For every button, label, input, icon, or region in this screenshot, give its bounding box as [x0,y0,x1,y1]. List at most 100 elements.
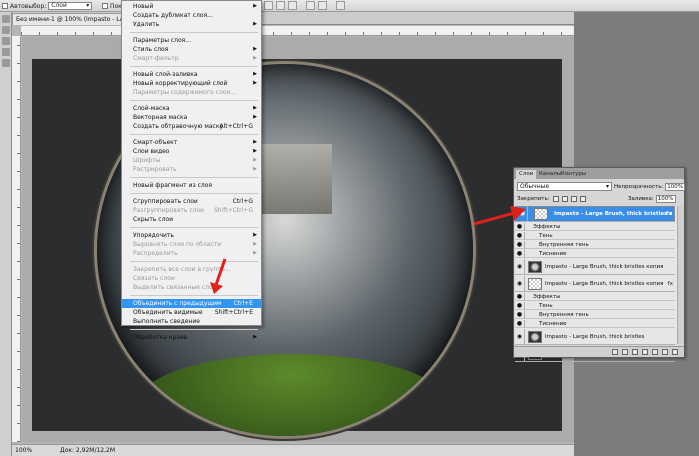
menu-item-shortcut: Shift+Ctrl+G [213,207,253,214]
menu-item[interactable]: Новый фрагмент из слоя [122,181,261,190]
align-top-icon[interactable] [264,1,273,10]
marquee-tool-icon[interactable] [2,26,10,34]
menu-item[interactable]: Векторная маска ▶ [122,113,261,122]
menu-item[interactable]: Слой-маска ▶ [122,104,261,113]
menu-item-label: Выровнять слои по области [133,241,222,248]
menu-item[interactable]: Слои видео ▶ [122,147,261,156]
menu-item: Распределить ▶ [122,249,261,258]
crop-tool-icon[interactable] [2,48,10,56]
tab-paths[interactable]: Контуры [558,170,589,179]
canvas[interactable] [32,59,562,436]
visibility-eye-icon[interactable]: ● [515,249,525,258]
submenu-arrow-icon: ▶ [253,232,257,238]
distribute-top-icon[interactable] [306,1,315,10]
visibility-eye-icon[interactable]: ● [515,301,525,310]
add-mask-icon[interactable] [632,349,638,355]
show-transform-checkbox[interactable] [102,3,108,9]
autoselect-dropdown[interactable]: Слой ▾ [48,2,93,10]
layer-effect-row[interactable]: ● Тиснение [515,249,675,258]
visibility-eye-icon[interactable]: ◉ [515,258,525,275]
delete-layer-icon[interactable] [672,349,678,355]
visibility-eye-icon[interactable]: ● [515,231,525,240]
submenu-arrow-icon: ▶ [253,21,257,27]
fx-icon[interactable]: fx [666,211,672,217]
tab-layers[interactable]: Слои [516,170,537,179]
lasso-tool-icon[interactable] [2,37,10,45]
new-layer-icon[interactable] [662,349,668,355]
layer-row[interactable]: ◉ Impasto - Large Brush, thick bristles к… [515,206,675,222]
lock-all-icon[interactable] [579,195,586,202]
visibility-eye-icon[interactable]: ● [515,292,525,301]
menu-item[interactable]: Смарт-объект ▶ [122,138,261,147]
menu-item[interactable]: Новый корректирующий слой ▶ [122,79,261,88]
menu-item[interactable]: Удалить ▶ [122,20,261,29]
brush-tool-icon[interactable] [2,59,10,67]
lock-pixels-icon[interactable] [561,195,568,202]
horizontal-ruler[interactable] [21,26,574,36]
lock-position-icon[interactable] [570,195,577,202]
menu-item[interactable]: Скрыть слои [122,215,261,224]
align-middle-icon[interactable] [276,1,285,10]
fill-input[interactable]: 100% [655,194,676,203]
move-tool-icon[interactable] [2,15,10,23]
blend-mode-select[interactable]: Обычные ▾ [517,182,612,191]
layer-name: Impasto - Large Brush, thick bristles [545,333,645,340]
layer-effect-row[interactable]: ● Тень [515,231,675,240]
menu-item[interactable]: Новый ▶ [122,2,261,11]
autoselect-control[interactable]: Автовыбор: Слой ▾ [2,2,93,10]
new-group-icon[interactable] [652,349,658,355]
menu-item[interactable]: Стиль слоя ▶ [122,45,261,54]
visibility-eye-icon[interactable]: ● [515,240,525,249]
menu-item[interactable]: Сгруппировать слои Ctrl+G [122,197,261,206]
autoselect-checkbox[interactable] [2,3,8,9]
menu-separator [130,295,258,296]
menu-item[interactable]: Выполнить сведение [122,317,261,326]
layer-row[interactable]: ◉ Impasto - Large Brush, thick bristles к… [515,275,675,292]
effect-name: Тиснение [539,250,567,257]
menu-item[interactable]: Объединить с предыдущим Ctrl+E [122,299,261,308]
effect-name: Тень [539,302,553,309]
lock-transparency-icon[interactable] [552,195,559,202]
layers-scrollbar[interactable] [677,206,684,344]
layer-row[interactable]: ◉ Impasto - Large Brush, thick bristles к… [515,258,675,275]
layer-row[interactable]: ◉ Impasto - Large Brush, thick bristles [515,328,675,345]
menu-separator [130,100,258,101]
menu-item[interactable]: Создать обтравочную маску Alt+Ctrl+G [122,122,261,131]
distribute-left-icon[interactable] [336,1,345,10]
pasteboard[interactable] [22,37,574,442]
layer-effects-row[interactable]: ● Эффекты [515,292,675,301]
document-tab[interactable]: Без имени-1 @ 100% (Impasto - Large Brus… [12,13,130,25]
visibility-eye-icon[interactable]: ● [515,319,525,328]
document-tab-bar: Без имени-1 @ 100% (Impasto - Large Brus… [12,12,574,25]
vertical-ruler[interactable] [12,36,21,442]
distribute-middle-icon[interactable] [318,1,327,10]
fx-icon[interactable]: fx [668,281,673,287]
visibility-eye-icon[interactable]: ◉ [515,328,525,345]
add-style-icon[interactable] [622,349,628,355]
visibility-eye-icon[interactable]: ◉ [515,275,525,292]
fill-control: Заливка: 100% [628,194,676,203]
menu-item: Разгруппировать слои Shift+Ctrl+G [122,206,261,215]
layer-effects-row[interactable]: ● Эффекты [515,222,675,231]
menu-item-label: Новый фрагмент из слоя [133,182,212,189]
menu-item[interactable]: Параметры слоя... [122,36,261,45]
adjustment-layer-icon[interactable] [642,349,648,355]
menu-item-shortcut: Alt+Ctrl+G [219,123,253,130]
menu-item[interactable]: Обработка краев ▶ [122,333,261,342]
align-bottom-icon[interactable] [288,1,297,10]
menu-item[interactable]: Упорядочить ▶ [122,231,261,240]
menu-separator [130,261,258,262]
layer-effect-row[interactable]: ● Тиснение [515,319,675,328]
menu-item[interactable]: Создать дубликат слоя... [122,11,261,20]
visibility-eye-icon[interactable]: ● [515,310,525,319]
menu-item[interactable]: Объединить видимые Shift+Ctrl+E [122,308,261,317]
menu-item[interactable]: Новый слой-заливка ▶ [122,70,261,79]
menu-item-label: Разгруппировать слои [133,207,205,214]
opacity-input[interactable]: 100% [665,182,686,191]
layer-context-menu: Новый ▶ Создать дубликат слоя... Удалить ▶ Па… [121,0,262,341]
layer-effect-row[interactable]: ● Внутренняя тень [515,310,675,319]
link-layers-icon[interactable] [612,349,618,355]
zoom-level[interactable]: 100% [15,447,32,454]
layer-effect-row[interactable]: ● Тень [515,301,675,310]
layer-effect-row[interactable]: ● Внутренняя тень [515,240,675,249]
